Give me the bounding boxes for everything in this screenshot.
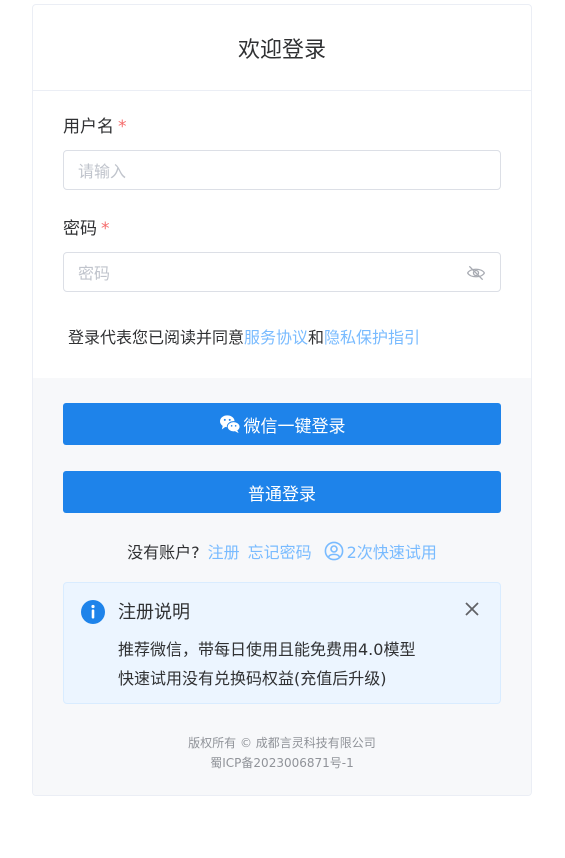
- service-agreement-link[interactable]: 服务协议: [244, 328, 308, 347]
- forgot-password-link[interactable]: 忘记密码: [248, 539, 312, 563]
- required-mark: *: [118, 117, 127, 137]
- no-account-text: 没有账户?: [127, 543, 200, 562]
- notice-title: 注册说明: [118, 602, 190, 623]
- login-card: 欢迎登录 用户名 * 请输入 密码 * 密码 登录代表您已阅读并同意服务协议和隐私保…: [32, 4, 532, 796]
- wechat-login-button[interactable]: 微信一键登录: [63, 403, 501, 445]
- info-icon: [81, 600, 105, 624]
- action-area: 微信一键登录 普通登录 没有账户? 注册 忘记密码 2次快速试用 注册说明 推荐…: [33, 378, 531, 795]
- password-input[interactable]: 密码: [63, 252, 501, 292]
- quick-try-link[interactable]: 2次快速试用: [324, 539, 437, 563]
- login-form: 用户名 * 请输入 密码 * 密码 登录代表您已阅读并同意服务协议和隐私保护指引: [33, 116, 531, 349]
- notice-line-2: 快速试用没有兑换码权益(充值后升级): [118, 669, 387, 688]
- username-input[interactable]: 请输入: [63, 150, 501, 190]
- username-placeholder: 请输入: [78, 162, 127, 181]
- privacy-policy-link[interactable]: 隐私保护指引: [324, 328, 420, 347]
- password-placeholder: 密码: [78, 264, 111, 283]
- wechat-login-label: 微信一键登录: [243, 416, 346, 437]
- username-label: 用户名 *: [63, 117, 127, 137]
- register-link[interactable]: 注册: [208, 539, 240, 563]
- account-links: 没有账户? 注册 忘记密码 2次快速试用: [33, 539, 531, 563]
- quick-try-label: 2次快速试用: [346, 543, 437, 562]
- page-title: 欢迎登录: [237, 37, 326, 63]
- copyright-text: 版权所有 © 成都言灵科技有限公司: [188, 736, 376, 750]
- notice-line-1: 推荐微信，带每日使用且能免费用4.0模型: [118, 640, 416, 659]
- normal-login-label: 普通登录: [248, 484, 316, 505]
- eye-off-icon[interactable]: [466, 264, 486, 282]
- normal-login-button[interactable]: 普通登录: [63, 471, 501, 513]
- icp-link[interactable]: 蜀ICP备2023006871号-1: [33, 753, 531, 773]
- footer: 版权所有 © 成都言灵科技有限公司 蜀ICP备2023006871号-1: [33, 733, 531, 773]
- close-icon[interactable]: [464, 601, 480, 617]
- user-circle-icon: [324, 541, 344, 561]
- agreement-text: 登录代表您已阅读并同意服务协议和隐私保护指引: [68, 328, 421, 347]
- password-label: 密码 *: [63, 219, 110, 239]
- register-notice: 注册说明 推荐微信，带每日使用且能免费用4.0模型 快速试用没有兑换码权益(充值…: [63, 582, 501, 704]
- wechat-icon: [219, 415, 240, 434]
- required-mark: *: [101, 219, 110, 239]
- card-header: 欢迎登录: [33, 5, 531, 91]
